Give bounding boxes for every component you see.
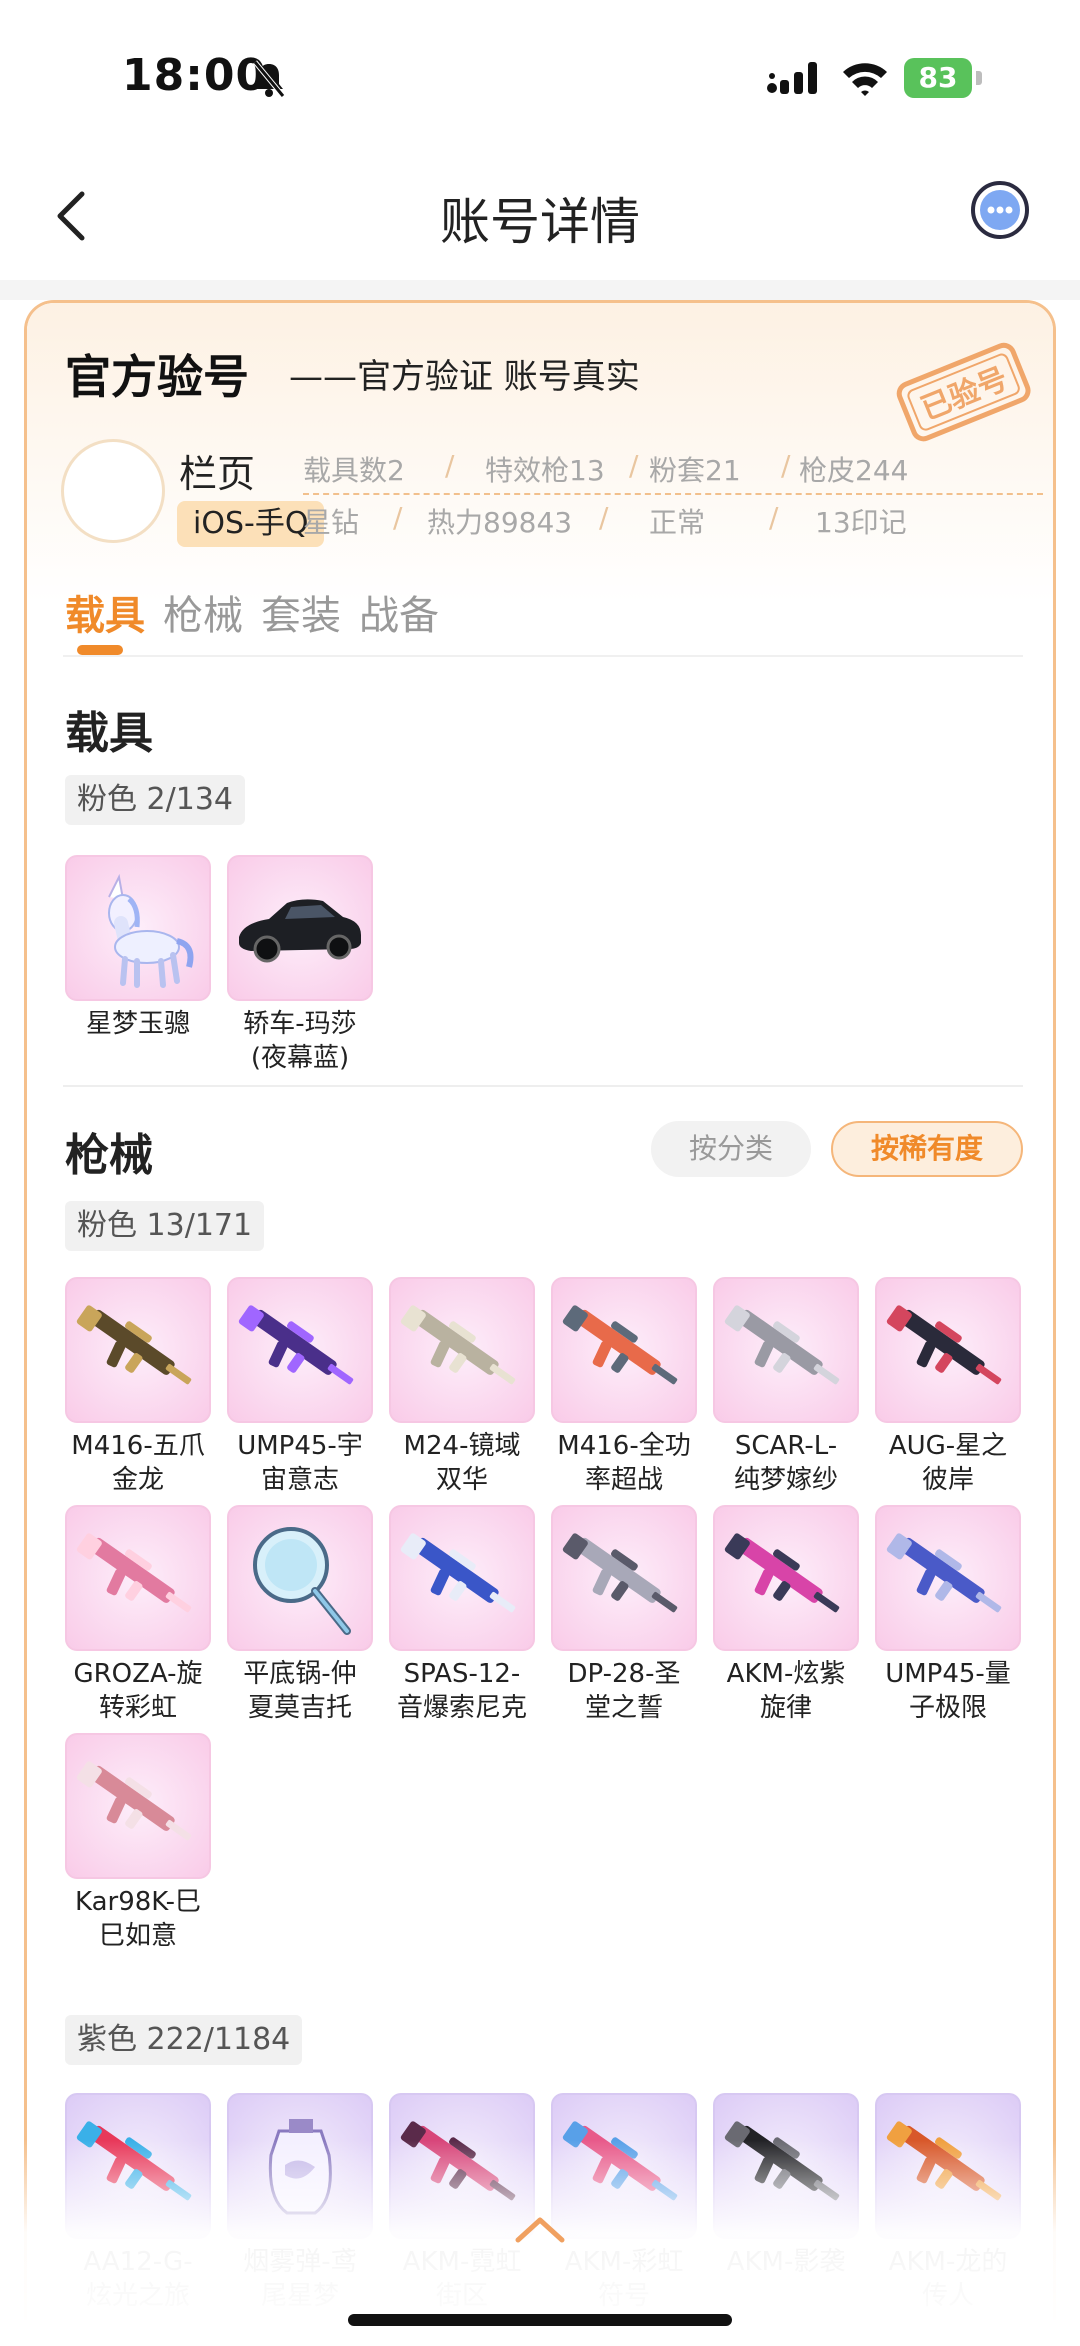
gun-item[interactable]: M416-全功 率超战: [551, 1277, 697, 1497]
vehicle-item-label: 轿车-玛莎 (夜幕蓝): [243, 1009, 357, 1073]
divider-band: [0, 280, 1080, 300]
guns-pink-chip: 粉色 13/171: [65, 1201, 265, 1251]
gun-item-label: M24-镜域 双华: [403, 1431, 521, 1495]
stat-pink-outfits: 粉套21: [649, 454, 741, 487]
gun-item[interactable]: M416-五爪 金龙: [65, 1277, 211, 1497]
battery-level: 83: [904, 58, 972, 98]
gun-item-label: SCAR-L- 纯梦嫁纱: [733, 1431, 838, 1495]
gun-item-label: M416-五爪 金龙: [71, 1431, 205, 1495]
vehicles-section-title: 载具: [65, 708, 153, 759]
gun-item[interactable]: 平底锅-仲 夏莫吉托: [227, 1505, 373, 1725]
avatar: [61, 439, 165, 543]
guns-section-title: 枪械: [65, 1130, 153, 1181]
vehicle-item-label: 星梦玉骢: [85, 1009, 190, 1039]
gun-item-label: UMP45-宇 宙意志: [237, 1431, 363, 1495]
gun-skin-icon: [875, 1277, 1021, 1423]
gun-item-label: UMP45-量 子极限: [885, 1659, 1011, 1723]
customer-service-icon[interactable]: [970, 180, 1030, 240]
stat-star-diamond: 星钻: [303, 506, 360, 539]
sort-by-category-button[interactable]: 按分类: [651, 1121, 811, 1177]
stat-marks: 13印记: [815, 506, 907, 539]
tab-vehicles[interactable]: 载具: [65, 583, 145, 641]
gun-skin-icon: [227, 1277, 373, 1423]
vehicles-pink-chip: 粉色 2/134: [65, 775, 245, 825]
gun-item-label: AUG-星之 彼岸: [888, 1431, 1008, 1495]
gun-skin-icon: [389, 1505, 535, 1651]
gun-item[interactable]: UMP45-宇 宙意志: [227, 1277, 373, 1497]
verified-stamp-icon: 已验号: [896, 342, 1031, 442]
gun-skin-icon: [713, 1505, 859, 1651]
wifi-icon: [843, 63, 887, 96]
stat-gun-skins: 枪皮244: [799, 454, 909, 487]
gun-item[interactable]: SCAR-L- 纯梦嫁纱: [713, 1277, 859, 1497]
account-card: 官方验号 ——官方验证 账号真实 已验号 栏页 iOS-手Q 载具数2 / 特效…: [24, 300, 1056, 2320]
tab-outfits[interactable]: 套装: [261, 583, 341, 641]
verified-title: 官方验号: [65, 350, 249, 404]
gun-item-label: AKM-炫紫 旋律: [726, 1659, 846, 1723]
guns-purple-chip: 紫色 222/1184: [65, 2015, 303, 2065]
gun-item[interactable]: SPAS-12- 音爆索尼克: [389, 1505, 535, 1725]
gun-skin-icon: [65, 1277, 211, 1423]
gun-skin-icon: [551, 1505, 697, 1651]
battery-icon: 83: [904, 58, 982, 98]
gun-skin-icon: [65, 1505, 211, 1651]
gun-item[interactable]: UMP45-量 子极限: [875, 1505, 1021, 1725]
gun-skin-icon: [65, 1733, 211, 1879]
sedan-car-icon: [227, 855, 373, 1001]
vehicle-item-sedan[interactable]: 轿车-玛莎 (夜幕蓝): [227, 855, 373, 1075]
verified-subtitle: ——官方验证 账号真实: [289, 357, 640, 397]
gun-item[interactable]: AUG-星之 彼岸: [875, 1277, 1021, 1497]
gun-item-label: DP-28-圣 堂之誓: [567, 1659, 681, 1723]
gun-item[interactable]: GROZA-旋 转彩虹: [65, 1505, 211, 1725]
gun-skin-icon: [875, 1505, 1021, 1651]
bell-muted-icon: [253, 60, 285, 98]
frying-pan-icon: [227, 1505, 373, 1651]
gun-item[interactable]: Kar98K-巳 巳如意: [65, 1733, 211, 1953]
svg-text:已验号: 已验号: [916, 361, 1013, 427]
account-name: 栏页: [179, 452, 256, 496]
stat-effect-guns: 特效枪13: [485, 454, 605, 487]
gun-item-label: M416-全功 率超战: [557, 1431, 691, 1495]
tab-active-indicator: [77, 645, 123, 655]
sort-by-rarity-button[interactable]: 按稀有度: [831, 1121, 1023, 1177]
status-time: 18:00: [122, 50, 268, 101]
category-tabs: 载具 枪械 套装 战备: [27, 583, 1053, 653]
gun-item-label: GROZA-旋 转彩虹: [73, 1659, 203, 1723]
account-stats: 载具数2 / 特效枪13 / 粉套21 / 枪皮244 星钻 / 热力89843…: [303, 443, 1043, 547]
gun-item[interactable]: M24-镜域 双华: [389, 1277, 535, 1497]
status-bar: 18:00 83: [0, 0, 1080, 150]
page-title: 账号详情: [440, 193, 640, 251]
vehicle-item-unicorn[interactable]: 星梦玉骢: [65, 855, 211, 1041]
scroll-to-top-icon[interactable]: [514, 2214, 566, 2244]
gun-skin-icon: [389, 1277, 535, 1423]
gun-skin-icon: [551, 1277, 697, 1423]
gun-item[interactable]: DP-28-圣 堂之誓: [551, 1505, 697, 1725]
tab-gear[interactable]: 战备: [359, 583, 439, 641]
unicorn-icon: [65, 855, 211, 1001]
stat-vehicles: 载具数2: [303, 454, 405, 487]
tab-guns[interactable]: 枪械: [163, 583, 243, 641]
gun-skin-icon: [713, 1277, 859, 1423]
nav-bar: 账号详情: [0, 150, 1080, 280]
gun-item-label: SPAS-12- 音爆索尼克: [396, 1659, 527, 1723]
gun-item-label: 平底锅-仲 夏莫吉托: [243, 1659, 357, 1723]
home-indicator: [348, 2314, 732, 2326]
cell-signal-icon: [767, 62, 817, 94]
gun-item-label: Kar98K-巳 巳如意: [74, 1887, 201, 1951]
gun-item[interactable]: AKM-炫紫 旋律: [713, 1505, 859, 1725]
stat-status: 正常: [649, 506, 706, 539]
stat-heat: 热力89843: [427, 506, 573, 539]
